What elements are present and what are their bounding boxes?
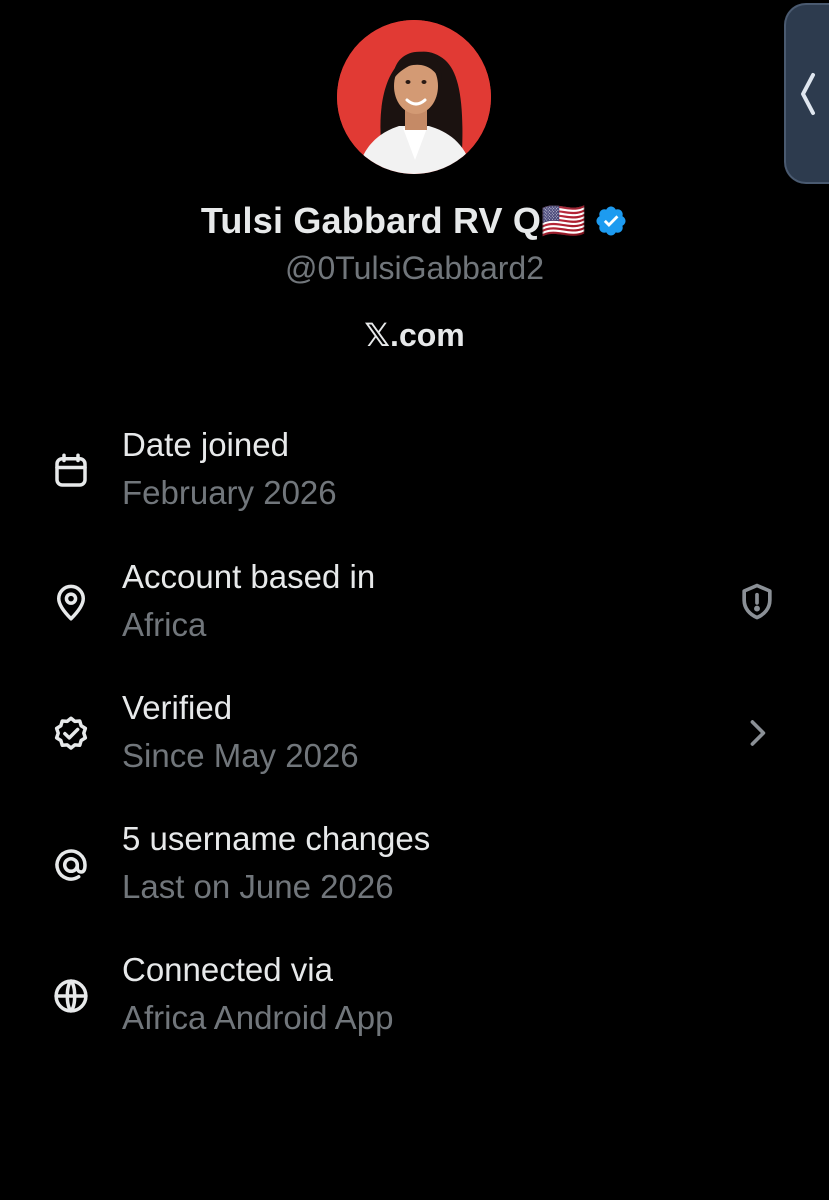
verified-badge-icon[interactable]: [594, 204, 628, 238]
row-value: Africa Android App: [122, 999, 394, 1036]
row-value: Since May 2026: [122, 737, 359, 774]
profile-photo: [337, 20, 491, 174]
info-row-connected-via: Connected via Africa Android App: [0, 951, 829, 1061]
site-label: 𝕏.com: [364, 317, 465, 353]
row-title: Connected via: [122, 951, 333, 988]
calendar-icon: [50, 450, 92, 492]
chevron-right-icon[interactable]: [735, 711, 779, 755]
verified-outline-icon: [50, 713, 92, 755]
globe-icon: [50, 975, 92, 1017]
username-handle[interactable]: @0TulsiGabbard2: [0, 250, 829, 287]
chevron-left-icon: [800, 72, 815, 115]
at-sign-icon: [50, 844, 92, 886]
name-row: Tulsi Gabbard RV Q🇺🇸: [0, 200, 829, 242]
row-title: 5 username changes: [122, 820, 431, 857]
row-title: Account based in: [122, 558, 376, 595]
info-row-date-joined: Date joined February 2026: [0, 426, 829, 536]
info-row-verified[interactable]: Verified Since May 2026: [0, 689, 829, 799]
display-name: Tulsi Gabbard RV Q🇺🇸: [200, 200, 587, 241]
side-panel-handle[interactable]: [784, 3, 829, 184]
location-pin-icon: [50, 582, 92, 624]
avatar[interactable]: [337, 20, 491, 174]
row-title: Date joined: [122, 426, 289, 463]
info-row-username-changes: 5 username changes Last on June 2026: [0, 820, 829, 930]
row-value: February 2026: [122, 474, 337, 511]
row-value: Last on June 2026: [122, 868, 394, 905]
shield-alert-icon[interactable]: [735, 580, 779, 624]
row-title: Verified: [122, 689, 233, 726]
info-row-account-based-in: Account based in Africa: [0, 558, 829, 668]
row-value: Africa: [122, 606, 207, 643]
